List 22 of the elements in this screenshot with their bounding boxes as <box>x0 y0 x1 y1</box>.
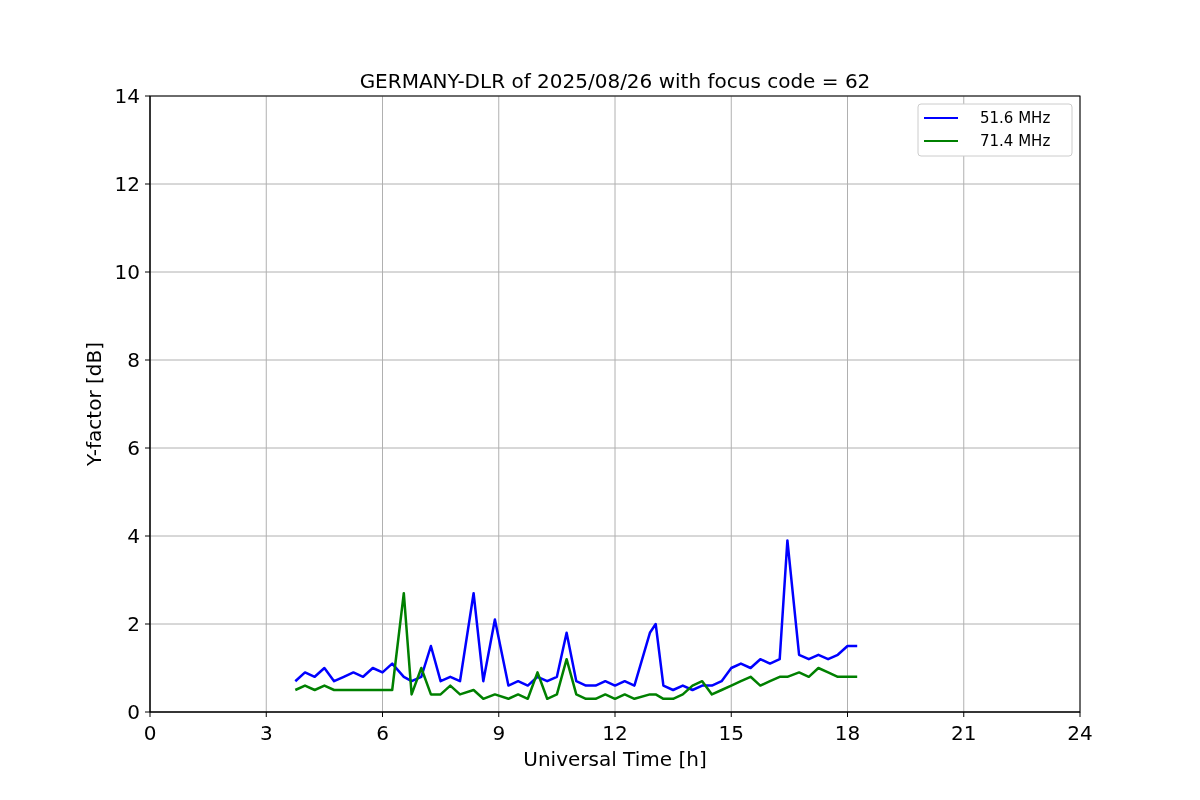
y-tick-label: 2 <box>127 612 140 636</box>
y-tick-label: 10 <box>114 260 140 284</box>
y-tick-label: 6 <box>127 436 140 460</box>
x-tick-label: 6 <box>376 721 389 745</box>
x-tick-label: 12 <box>602 721 628 745</box>
y-tick-label: 12 <box>114 172 140 196</box>
chart-title: GERMANY-DLR of 2025/08/26 with focus code = 62 <box>359 69 871 93</box>
y-tick-label: 4 <box>127 524 140 548</box>
y-tick-label: 14 <box>114 84 140 108</box>
y-tick-label: 8 <box>127 348 140 372</box>
x-tick-label: 24 <box>1067 721 1093 745</box>
x-tick-label: 18 <box>834 721 861 745</box>
legend-label: 51.6 MHz <box>980 109 1051 127</box>
x-tick-label: 3 <box>259 721 273 745</box>
x-tick-label: 9 <box>492 721 506 745</box>
x-axis-label: Universal Time [h] <box>523 747 707 771</box>
x-tick-label: 0 <box>143 721 157 745</box>
y-tick-label: 0 <box>127 700 140 724</box>
x-tick-label: 21 <box>951 721 977 745</box>
x-tick-label: 15 <box>718 721 744 745</box>
y-axis-label: Y-factor [dB] <box>82 342 106 466</box>
legend-label: 71.4 MHz <box>980 132 1051 150</box>
